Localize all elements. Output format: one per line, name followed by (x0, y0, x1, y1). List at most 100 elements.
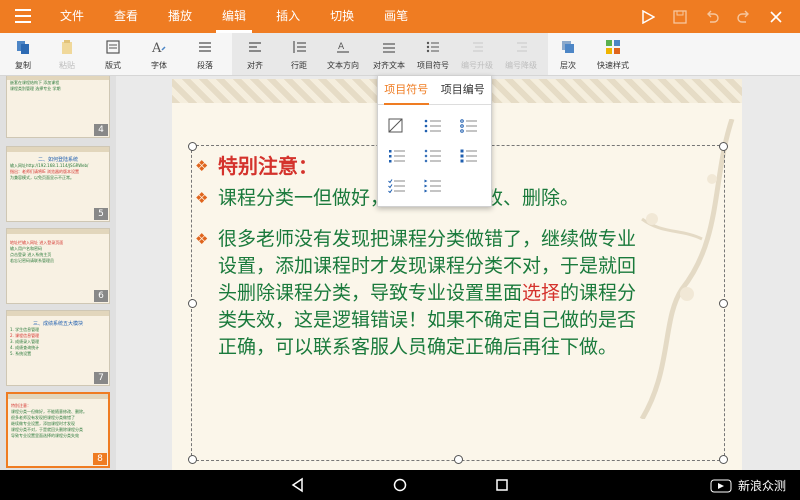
play-icon[interactable] (632, 0, 664, 33)
bullet-style-diamond[interactable] (424, 148, 450, 168)
bullet-style-check[interactable] (388, 178, 414, 198)
align-icon (249, 42, 261, 52)
align-text-button[interactable]: 对齐文本 (366, 33, 412, 75)
bullets-icon (426, 41, 439, 53)
home-icon[interactable] (392, 477, 408, 493)
tab-transition[interactable]: 切换 (318, 0, 366, 33)
align-button[interactable]: 对齐 (232, 33, 278, 75)
layer-button[interactable]: 层次 (545, 33, 591, 75)
slide-number: 8 (93, 453, 107, 465)
bullet-style-arrow[interactable] (424, 178, 450, 198)
bullet-style-star[interactable] (460, 148, 486, 168)
layout-button[interactable]: 版式 (90, 33, 136, 75)
square-bullet-icon (389, 150, 405, 163)
tab-play[interactable]: 播放 (156, 0, 204, 33)
quick-style-icon (606, 40, 620, 54)
menu-tabs: 文件 查看 播放 编辑 插入 切换 画笔 (48, 0, 426, 33)
slide-number: 7 (94, 372, 108, 384)
close-icon[interactable] (760, 0, 792, 33)
resize-handle[interactable] (188, 299, 197, 308)
resize-handle[interactable] (719, 142, 728, 151)
resize-handle[interactable] (454, 455, 463, 464)
paragraph-line: 正确，可以联系客服人员确定正确后再往下做。 (218, 336, 618, 358)
copy-icon (17, 41, 29, 54)
resize-handle[interactable] (719, 455, 728, 464)
sina-watermark: 新浪众测 (710, 477, 786, 494)
diamond-bullet-icon (424, 149, 441, 163)
tab-insert[interactable]: 插入 (264, 0, 312, 33)
text-direction-button[interactable]: A 文本方向 (320, 33, 366, 75)
text-direction-icon: A (337, 42, 349, 53)
bullets-button[interactable]: 项目符号 (410, 33, 456, 75)
check-bullet-icon (388, 179, 405, 194)
slide-thumbnail-4[interactable]: 嵌套在课程结构下 添加课程 课程类别管理 选择专业 学期 4 (6, 76, 110, 138)
dot-bullet-icon (424, 119, 441, 133)
tab-bullets[interactable]: 项目符号 (378, 76, 435, 105)
layer-icon (562, 41, 574, 53)
save-icon[interactable] (664, 0, 696, 33)
thumbnail-text: 若忘记密码请联系管理员 (10, 258, 54, 263)
bullet-style-square[interactable] (388, 148, 414, 168)
heading-paragraph[interactable]: ❖ 特别注意： (195, 153, 318, 180)
bullet-style-dot[interactable] (424, 118, 450, 138)
hamburger-menu-icon[interactable] (8, 6, 38, 26)
paragraph-line: 类失效，这是逻辑错误！如果不确定自己做的是否 (218, 309, 637, 331)
resize-handle[interactable] (188, 455, 197, 464)
paragraph-line: 设置，添加课程时才发现课程分类不对，于是就回 (218, 255, 637, 277)
copy-button[interactable]: 复制 (0, 33, 46, 75)
slide-thumbnail-8[interactable]: 特别注意： 课程分类一但做好，不能随意修改、删除。 很多老师没有发现把课程分类做… (6, 392, 110, 468)
demote-button[interactable]: 编号降级 (498, 33, 544, 75)
watermark-logo-icon (710, 479, 732, 492)
undo-icon[interactable] (696, 0, 728, 33)
tab-numbering[interactable]: 项目编号 (435, 76, 492, 104)
slide-number: 4 (94, 124, 108, 136)
redo-icon[interactable] (728, 0, 760, 33)
paragraph-icon (199, 42, 211, 52)
paste-button[interactable]: 粘贴 (44, 33, 90, 75)
paragraph-line: 很多老师没有发现把课程分类做错了，继续做专业 (218, 228, 637, 250)
promote-button[interactable]: 编号升级 (454, 33, 500, 75)
paste-icon (62, 40, 72, 54)
arrow-bullet-icon (424, 179, 441, 193)
resize-handle[interactable] (188, 142, 197, 151)
star-bullet-icon (460, 149, 477, 163)
watermark-text: 新浪众测 (737, 479, 786, 493)
tab-view[interactable]: 查看 (102, 0, 150, 33)
paragraph-2[interactable]: ❖ 很多老师没有发现把课程分类做错了，继续做专业 设置，添加课程时才发现课程分类… (195, 226, 718, 361)
thumbnail-border (7, 311, 109, 316)
top-menu-bar: 文件 查看 播放 编辑 插入 切换 画笔 (0, 0, 800, 33)
demote-icon (517, 42, 527, 52)
promote-icon (473, 42, 483, 52)
diamond-bullet-icon: ❖ (195, 189, 209, 207)
paragraph-button[interactable]: 段落 (182, 33, 228, 75)
svg-text:A: A (338, 42, 345, 52)
font-button[interactable]: A 字体 (136, 33, 182, 75)
line-spacing-icon (293, 41, 306, 53)
slide-number: 6 (94, 290, 108, 302)
bullet-style-none[interactable] (388, 118, 414, 138)
quick-style-button[interactable]: 快速样式 (590, 33, 636, 75)
diamond-bullet-icon: ❖ (195, 230, 209, 248)
no-bullet-icon (388, 118, 403, 133)
bullet-style-circle[interactable] (460, 118, 486, 138)
line-spacing-button[interactable]: 行距 (276, 33, 322, 75)
thumbnail-border (7, 147, 109, 152)
tab-edit[interactable]: 编辑 (210, 0, 258, 33)
slide-thumbnail-pane[interactable]: 嵌套在课程结构下 添加课程 课程类别管理 选择专业 学期 4 二、如何登陆系统 … (0, 76, 116, 470)
resize-handle[interactable] (719, 299, 728, 308)
recent-apps-icon[interactable] (494, 477, 510, 493)
font-icon: A (151, 41, 166, 56)
thumbnail-text: 5. 系统设置 (10, 351, 32, 356)
slide-thumbnail-6[interactable]: 地址栏输入网址 进入登录页面 输入用户名和密码 点击登录 进入系统主页 若忘记密… (6, 228, 110, 304)
paragraph-line-text: 的课程分 (560, 282, 637, 304)
circle-bullet-icon (460, 119, 477, 133)
heading-text: 特别注意： (218, 154, 318, 178)
thumbnail-border (8, 394, 108, 399)
thumbnail-title: 二、如何登陆系统 (37, 157, 78, 163)
thumbnail-text: 为兼容模式，以免页面显示不正常。 (10, 175, 74, 180)
back-icon[interactable] (290, 477, 306, 493)
tab-file[interactable]: 文件 (48, 0, 96, 33)
slide-thumbnail-5[interactable]: 二、如何登陆系统 输入网址http://192.168.1.114/JSGRWe… (6, 146, 110, 222)
tab-pen[interactable]: 画笔 (372, 0, 420, 33)
slide-thumbnail-7[interactable]: 三、成绩系统五大模块 1. 学生信息管理 2. 课程信息管理 3. 成绩录入管理… (6, 310, 110, 386)
